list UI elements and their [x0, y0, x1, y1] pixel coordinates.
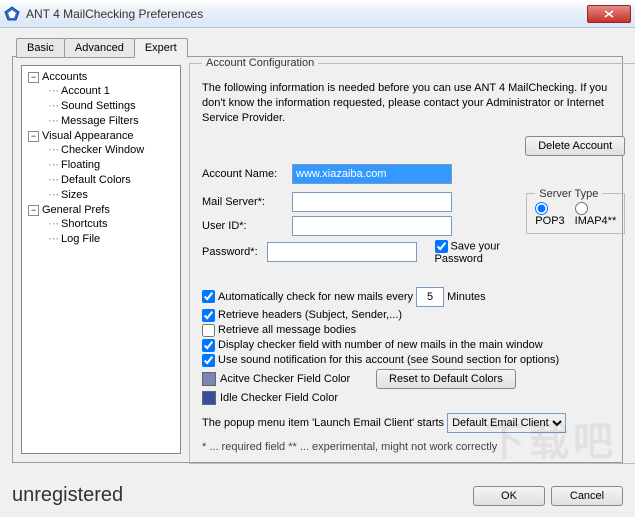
imap4-radio[interactable] — [575, 202, 588, 215]
user-id-label: User ID*: — [202, 220, 292, 232]
display-checker-checkbox[interactable] — [202, 339, 215, 352]
tree-logfile[interactable]: Log File — [61, 233, 100, 245]
retrieve-headers-checkbox[interactable] — [202, 309, 215, 322]
cancel-button[interactable]: Cancel — [551, 486, 623, 506]
tree-visual[interactable]: −Visual Appearance — [28, 130, 180, 142]
account-name-label: Account Name: — [202, 168, 292, 180]
tree-floating[interactable]: Floating — [61, 159, 100, 171]
reset-colors-button[interactable]: Reset to Default Colors — [376, 369, 516, 389]
tree-accounts[interactable]: −Accounts — [28, 71, 180, 83]
mail-server-label: Mail Server*: — [202, 196, 292, 208]
password-input[interactable] — [267, 242, 417, 262]
email-client-select[interactable]: Default Email Client — [447, 413, 566, 433]
idle-color-swatch[interactable] — [202, 391, 216, 405]
password-label: Password*: — [202, 246, 267, 258]
mail-server-input[interactable] — [292, 192, 452, 212]
ok-button[interactable]: OK — [473, 486, 545, 506]
tab-advanced[interactable]: Advanced — [64, 38, 135, 58]
app-icon — [4, 6, 20, 22]
popup-label: The popup menu item 'Launch Email Client… — [202, 417, 444, 429]
tree-account1[interactable]: Account 1 — [61, 85, 110, 97]
tab-strip: Basic Advanced Expert — [16, 38, 187, 58]
nav-tree[interactable]: −Accounts Account 1 Sound Settings Messa… — [21, 65, 181, 454]
tree-sound[interactable]: Sound Settings — [61, 100, 136, 112]
account-name-input[interactable] — [292, 164, 452, 184]
user-id-input[interactable] — [292, 216, 452, 236]
titlebar: ANT 4 MailChecking Preferences — [0, 0, 635, 28]
delete-account-button[interactable]: Delete Account — [525, 136, 625, 156]
server-type-fieldset: Server Type POP3 IMAP4** — [526, 188, 625, 234]
account-config-fieldset: Account Configuration The following info… — [189, 57, 635, 464]
imap4-option[interactable]: IMAP4** — [575, 202, 617, 227]
use-sound-checkbox[interactable] — [202, 354, 215, 367]
main-panel: −Accounts Account 1 Sound Settings Messa… — [12, 56, 623, 463]
unregistered-label: unregistered — [12, 484, 467, 507]
close-button[interactable] — [587, 5, 631, 23]
collapse-icon[interactable]: − — [28, 131, 39, 142]
intro-text: The following information is needed befo… — [202, 81, 625, 126]
retrieve-bodies-checkbox[interactable] — [202, 324, 215, 337]
tree-filters[interactable]: Message Filters — [61, 115, 139, 127]
window-title: ANT 4 MailChecking Preferences — [26, 7, 587, 21]
tab-expert[interactable]: Expert — [134, 38, 188, 58]
save-password-checkbox[interactable] — [435, 240, 448, 253]
tree-colors[interactable]: Default Colors — [61, 174, 131, 186]
tree-checker[interactable]: Checker Window — [61, 144, 144, 156]
footer: unregistered OK Cancel — [12, 484, 623, 507]
tree-general[interactable]: −General Prefs — [28, 204, 180, 216]
pop3-radio[interactable] — [535, 202, 548, 215]
tree-shortcuts[interactable]: Shortcuts — [61, 218, 107, 230]
pop3-option[interactable]: POP3 — [535, 202, 564, 227]
collapse-icon[interactable]: − — [28, 72, 39, 83]
footnote: * ... required field ** ... experimental… — [202, 441, 625, 453]
tree-sizes[interactable]: Sizes — [61, 189, 88, 201]
auto-check-checkbox[interactable] — [202, 290, 215, 303]
fieldset-legend: Account Configuration — [202, 57, 318, 69]
minutes-input[interactable] — [416, 287, 444, 307]
server-type-legend: Server Type — [535, 188, 602, 200]
tab-basic[interactable]: Basic — [16, 38, 65, 58]
active-color-swatch[interactable] — [202, 372, 216, 386]
collapse-icon[interactable]: − — [28, 205, 39, 216]
